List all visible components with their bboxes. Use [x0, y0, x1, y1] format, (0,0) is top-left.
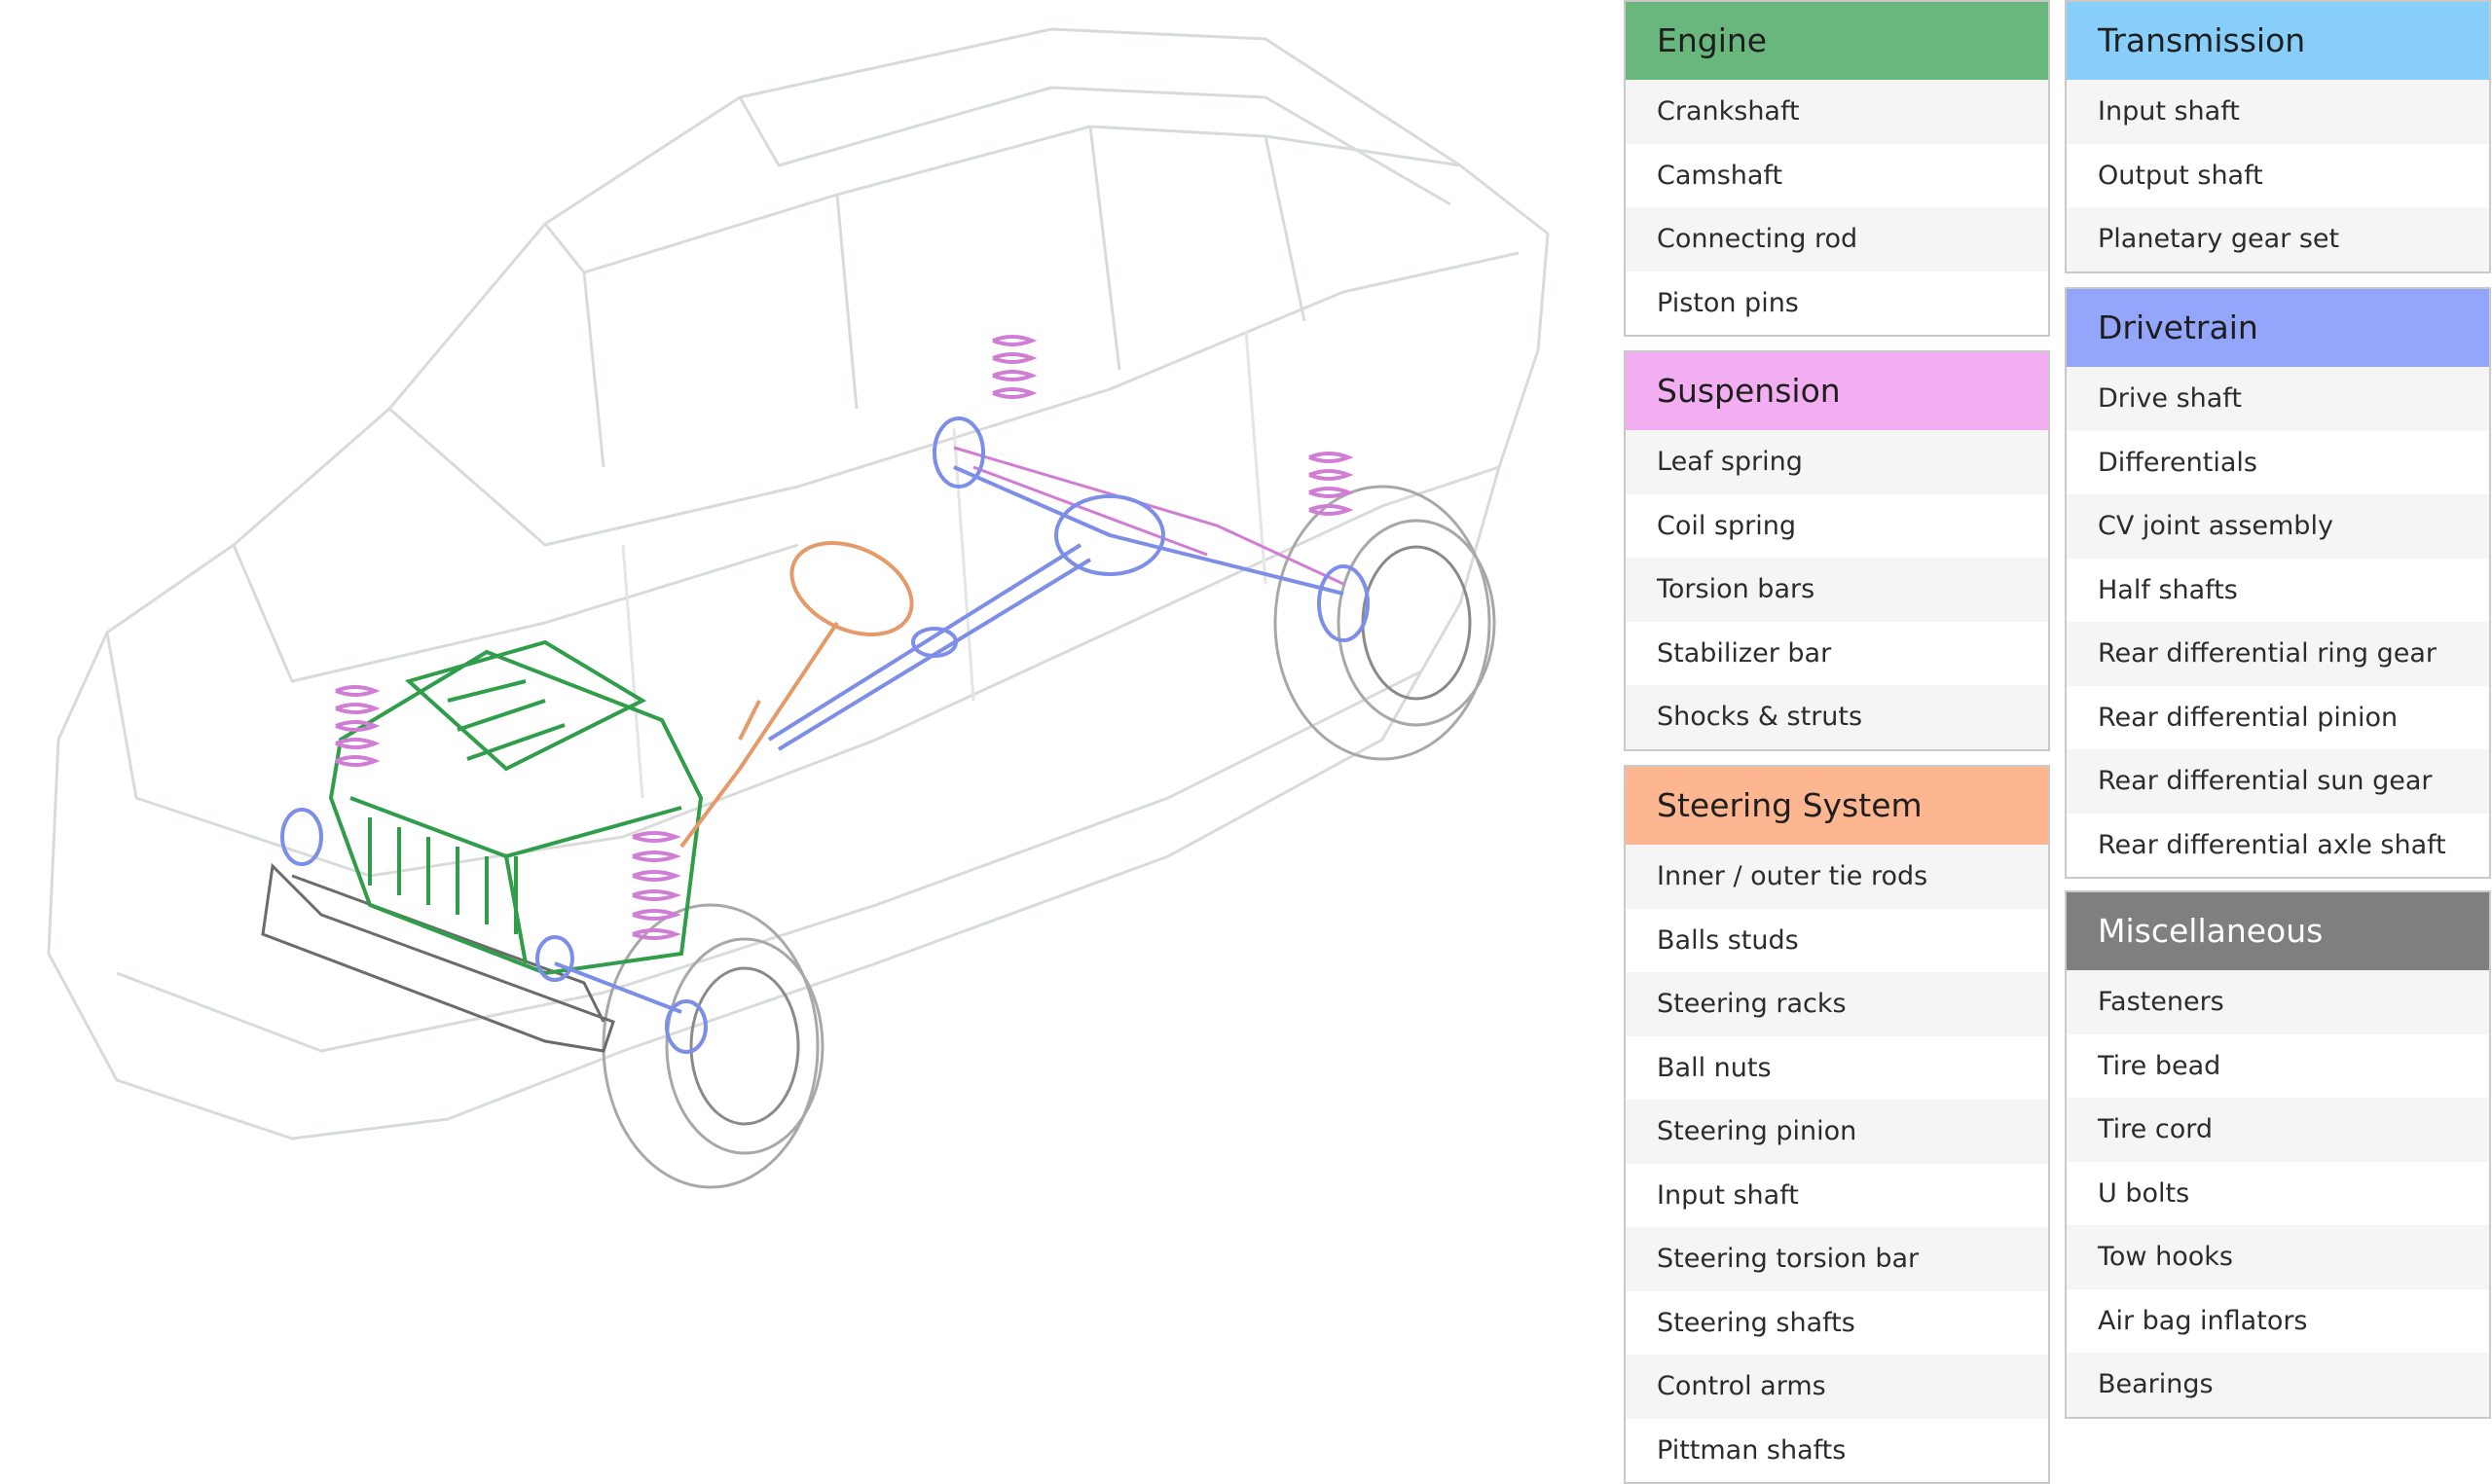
suspension-header: Suspension: [1626, 352, 2048, 430]
list-item: Shocks & struts: [1626, 685, 2048, 749]
list-item: Connecting rod: [1626, 207, 2048, 271]
front-subframe: [261, 862, 615, 1053]
list-item: Balls studs: [1657, 924, 1799, 956]
miscellaneous-panel: Miscellaneous Fasteners Tire bead Tire c…: [2065, 890, 2491, 1419]
drivetrain-panel: Drivetrain Drive shaft Differentials CV …: [2065, 287, 2491, 879]
list-item: Crankshaft: [1626, 80, 2048, 144]
list-item: Rear differential pinion: [2098, 702, 2399, 733]
transmission-panel: Transmission Input shaft Output shaft Pl…: [2065, 0, 2491, 273]
car-cutaway-illustration: [47, 27, 1550, 1189]
list-item: Rear differential sun gear: [2067, 749, 2489, 814]
transmission-parts-list: Input shaft Output shaft Planetary gear …: [2067, 80, 2489, 271]
list-item: Coil spring: [1657, 510, 1797, 541]
list-item: Inner / outer tie rods: [1626, 845, 2048, 909]
list-item: Rear differential axle shaft: [2098, 829, 2446, 860]
list-item: Air bag inflators: [2098, 1305, 2308, 1336]
suspension-panel: Suspension Leaf spring Coil spring Torsi…: [1624, 350, 2050, 751]
list-item: Fasteners: [2067, 970, 2489, 1034]
steering-panel: Steering System Inner / outer tie rods B…: [1624, 765, 2050, 1484]
list-item: Tire cord: [2067, 1098, 2489, 1162]
list-item: Tire bead: [2098, 1050, 2221, 1081]
engine-panel: Engine Crankshaft Camshaft Connecting ro…: [1624, 0, 2050, 337]
list-item: Steering pinion: [1626, 1100, 2048, 1164]
list-item: Steering racks: [1626, 972, 2048, 1036]
engine-block: [328, 639, 704, 976]
list-item: Camshaft: [1657, 160, 1783, 191]
drivetrain-header: Drivetrain: [2067, 289, 2489, 367]
list-item: Planetary gear set: [2067, 207, 2489, 271]
list-item: Drive shaft: [2067, 367, 2489, 431]
list-item: Rear differential ring gear: [2067, 622, 2489, 686]
rear-wheel: [1273, 485, 1496, 761]
drivetrain-parts-list: Drive shaft Differentials CV joint assem…: [2067, 367, 2489, 877]
miscellaneous-parts-list: Fasteners Tire bead Tire cord U bolts To…: [2067, 970, 2489, 1417]
list-item: Stabilizer bar: [1657, 637, 1832, 669]
list-item: Piston pins: [1657, 287, 1799, 318]
list-item: Pittman shafts: [1657, 1434, 1847, 1466]
list-item: Torsion bars: [1626, 558, 2048, 622]
list-item: Output shaft: [2098, 160, 2263, 191]
list-item: Input shaft: [1657, 1179, 1799, 1211]
engine-header: Engine: [1626, 2, 2048, 80]
list-item: Half shafts: [2098, 574, 2238, 605]
miscellaneous-header: Miscellaneous: [2067, 892, 2489, 970]
list-item: Bearings: [2067, 1353, 2489, 1417]
list-item: Input shaft: [2067, 80, 2489, 144]
drivetrain-parts: [280, 416, 1370, 1054]
list-item: Steering shafts: [1657, 1307, 1855, 1338]
transmission-header: Transmission: [2067, 2, 2489, 80]
list-item: Control arms: [1626, 1355, 2048, 1419]
list-item: Steering torsion bar: [1626, 1227, 2048, 1291]
list-item: Leaf spring: [1626, 430, 2048, 494]
steering-parts: [679, 541, 914, 849]
engine-parts-list: Crankshaft Camshaft Connecting rod Pisto…: [1626, 80, 2048, 335]
suspension-parts-list: Leaf spring Coil spring Torsion bars Sta…: [1626, 430, 2048, 749]
steering-header: Steering System: [1626, 767, 2048, 845]
steering-parts-list: Inner / outer tie rods Balls studs Steer…: [1626, 845, 2048, 1482]
list-item: Ball nuts: [1657, 1052, 1772, 1083]
list-item: CV joint assembly: [2067, 494, 2489, 559]
list-item: Differentials: [2098, 447, 2257, 478]
list-item: Tow hooks: [2067, 1225, 2489, 1289]
list-item: U bolts: [2098, 1177, 2190, 1209]
